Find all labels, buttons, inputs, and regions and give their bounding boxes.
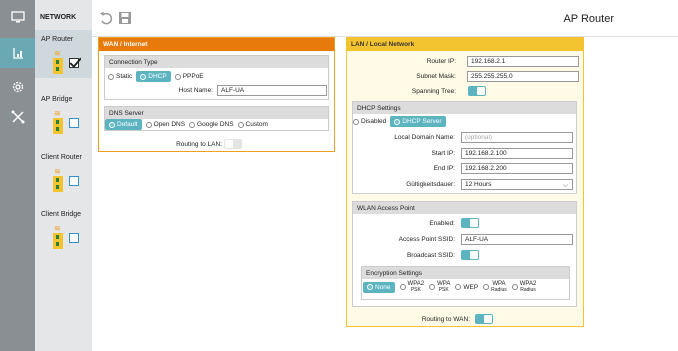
radio-enc-none[interactable]: None	[363, 281, 395, 293]
encryption-options: None WPA2 PSK WPA PSK WEP WPA Radius WPA2 Ra…	[363, 281, 536, 293]
mode-ap-router[interactable]: AP Router ≋	[35, 30, 92, 78]
mode-ap-bridge[interactable]: AP Bridge ≋	[35, 90, 92, 138]
wlan-enabled-toggle[interactable]	[461, 218, 479, 228]
settings-gear-icon	[12, 81, 23, 93]
mode-checkbox[interactable]	[69, 233, 79, 243]
chevron-down-icon: ⌵	[562, 182, 568, 189]
mode-checkbox[interactable]	[69, 57, 81, 69]
nav-rail	[0, 0, 35, 351]
end-ip-label: End IP:	[433, 165, 455, 172]
client-router-device-icon: ≋	[53, 167, 63, 192]
top-bar: AP Router	[92, 0, 678, 37]
radio-dns-default[interactable]: Default	[105, 119, 142, 130]
mode-checkbox[interactable]	[69, 118, 79, 128]
mode-label: AP Router	[41, 36, 74, 43]
routing-to-lan-label: Routing to LAN:	[176, 141, 222, 148]
routing-to-lan-toggle[interactable]	[224, 139, 242, 149]
radio-dhcp-disabled[interactable]: Disabled	[353, 118, 386, 125]
dhcp-settings-title: DHCP Settings	[353, 102, 576, 114]
radio-dhcp-server[interactable]: DHCP Server	[390, 116, 446, 127]
radio-enc-wpa2-radius[interactable]: WPA2 Radius	[511, 281, 536, 293]
encryption-settings-box: Encryption Settings None WPA2 PSK WPA PSK …	[361, 266, 570, 300]
mode-client-bridge[interactable]: Client Bridge ≋	[35, 205, 92, 253]
mode-label: Client Router	[41, 154, 82, 161]
wan-panel: WAN / Internet Connection Type Static DH…	[98, 37, 335, 152]
end-ip-input[interactable]: 192.168.2.200	[461, 163, 573, 174]
radio-enc-wep[interactable]: WEP	[455, 284, 478, 291]
nav-settings[interactable]	[0, 72, 35, 102]
wlan-title: WLAN Access Point	[353, 202, 576, 214]
svg-text:≋: ≋	[54, 49, 61, 58]
dns-server-box: DNS Server Default Open DNS Google DNS C…	[104, 106, 329, 131]
svg-text:≋: ≋	[54, 224, 61, 233]
radio-static[interactable]: Static	[108, 73, 132, 80]
lan-panel: LAN / Local Network Router IP: 192.168.2…	[346, 37, 584, 327]
connection-type-options: Static DHCP PPPoE	[108, 71, 204, 82]
broadcast-ssid-toggle[interactable]	[461, 250, 479, 260]
save-icon[interactable]	[118, 11, 132, 25]
host-name-input[interactable]: ALF-UA	[217, 85, 327, 96]
bridge-device-icon: ≋	[53, 109, 63, 134]
client-bridge-device-icon: ≋	[53, 224, 63, 249]
wlan-access-point-box: WLAN Access Point Enabled: Access Point …	[352, 201, 577, 307]
nav-monitor[interactable]	[0, 2, 35, 32]
ssid-input[interactable]: ALF-UA	[461, 234, 573, 245]
router-ip-label: Router IP:	[426, 58, 456, 65]
router-device-icon: ≋	[53, 49, 63, 74]
nav-network[interactable]	[0, 38, 35, 68]
dns-options: Default Open DNS Google DNS Custom	[105, 119, 268, 130]
routing-to-wan-label: Routing to WAN:	[421, 316, 470, 323]
svg-text:≋: ≋	[54, 109, 61, 118]
mode-label: AP Bridge	[41, 96, 73, 103]
connection-type-box: Connection Type Static DHCP PPPoE Host N…	[104, 55, 329, 100]
lease-time-select[interactable]: 12 Hours ⌵	[461, 179, 573, 190]
radio-dns-custom[interactable]: Custom	[237, 121, 268, 128]
spanning-tree-toggle[interactable]	[468, 86, 486, 96]
checkmark-icon	[69, 57, 81, 69]
app-title: AP Router	[563, 13, 614, 25]
domain-name-input[interactable]: (optional)	[461, 132, 573, 143]
radio-dns-open[interactable]: Open DNS	[145, 121, 185, 128]
broadcast-ssid-label: Broadcast SSID:	[406, 252, 455, 259]
ssid-label: Access Point SSID:	[398, 236, 455, 243]
lease-time-label: Gültigkeitsdauer:	[406, 181, 455, 188]
lan-header: LAN / Local Network	[347, 38, 583, 51]
sidebar-title: NETWORK	[40, 14, 77, 21]
connection-type-title: Connection Type	[105, 56, 328, 68]
encryption-title: Encryption Settings	[362, 267, 569, 279]
tools-icon	[11, 110, 24, 124]
mode-label: Client Bridge	[41, 211, 82, 218]
mode-checkbox[interactable]	[69, 176, 79, 186]
svg-text:≋: ≋	[54, 167, 61, 176]
monitor-icon	[10, 11, 25, 23]
radio-pppoe[interactable]: PPPoE	[174, 73, 204, 80]
router-ip-input[interactable]: 192.168.2.1	[467, 56, 579, 67]
domain-name-label: Local Domain Name:	[394, 134, 455, 141]
start-ip-label: Start IP:	[431, 150, 455, 157]
start-ip-input[interactable]: 192.168.2.100	[461, 148, 573, 159]
radio-dhcp[interactable]: DHCP	[136, 71, 171, 82]
wlan-enabled-label: Enabled:	[429, 220, 455, 227]
wan-header: WAN / Internet	[99, 38, 334, 51]
radio-enc-wpa-radius[interactable]: WPA Radius	[483, 281, 507, 293]
radio-enc-wpa2-psk[interactable]: WPA2 PSK	[399, 281, 424, 293]
subnet-mask-input[interactable]: 255.255.255.0	[467, 71, 579, 82]
radio-dns-google[interactable]: Google DNS	[189, 121, 234, 128]
radio-enc-wpa-psk[interactable]: WPA PSK	[429, 281, 450, 293]
host-name-label: Host Name:	[178, 87, 213, 94]
dhcp-options: Disabled DHCP Server	[353, 116, 446, 127]
network-icon	[12, 48, 23, 59]
dhcp-settings-box: DHCP Settings Disabled DHCP Server Local…	[352, 101, 577, 194]
dns-server-title: DNS Server	[105, 107, 328, 119]
routing-to-wan-toggle[interactable]	[475, 314, 493, 324]
network-sidebar: NETWORK AP Router ≋ AP Bridge ≋ Client R…	[35, 0, 92, 351]
mode-client-router[interactable]: Client Router ≋	[35, 148, 92, 196]
spanning-tree-label: Spanning Tree:	[411, 88, 456, 95]
nav-tools[interactable]	[0, 102, 35, 132]
subnet-mask-label: Subnet Mask:	[416, 73, 456, 80]
undo-icon[interactable]	[99, 11, 113, 25]
